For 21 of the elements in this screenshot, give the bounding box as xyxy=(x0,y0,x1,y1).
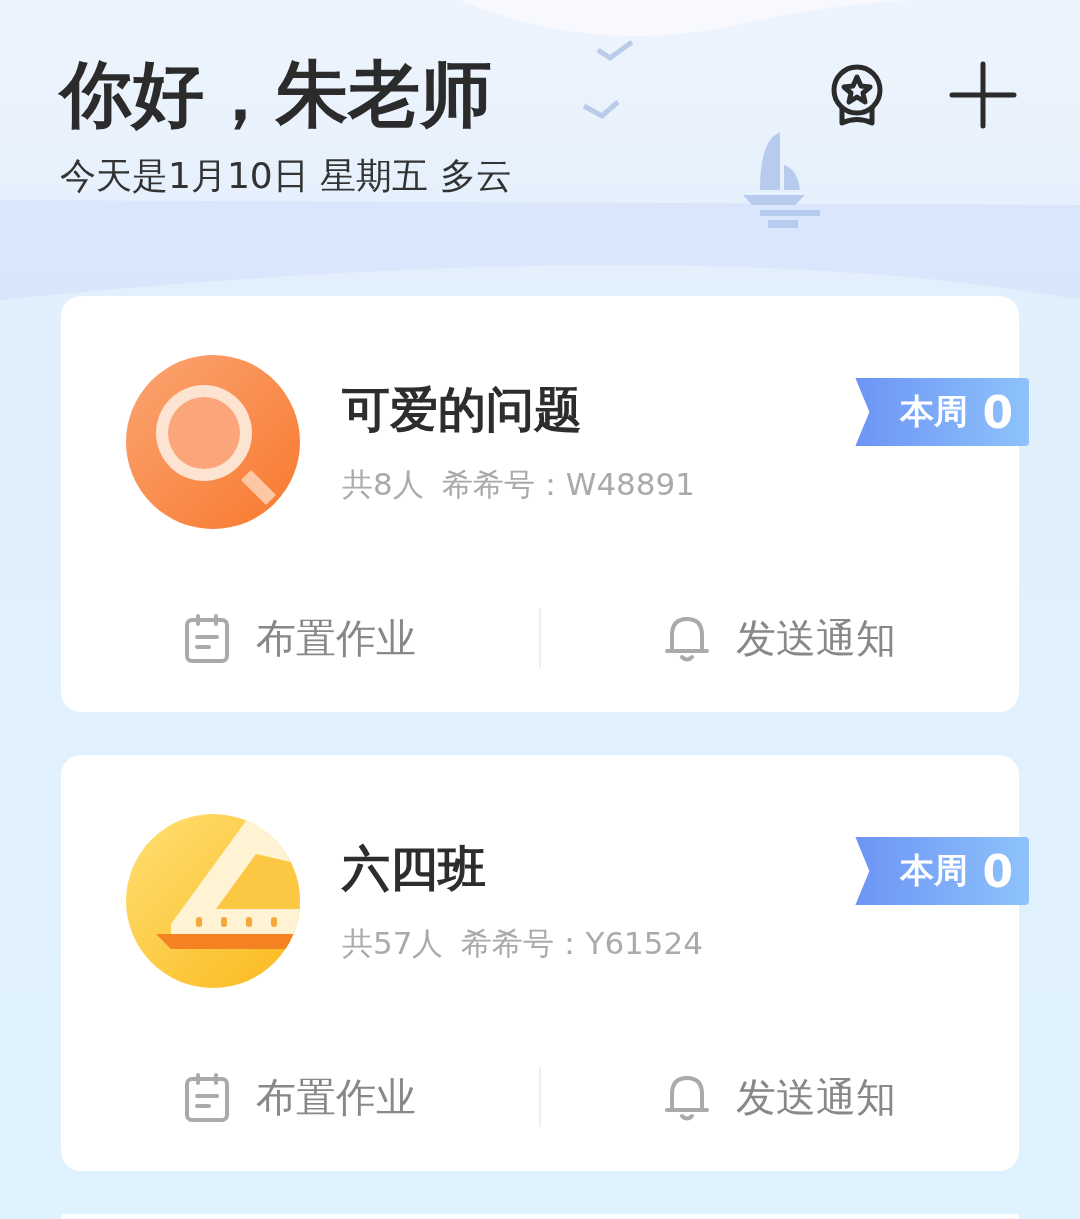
calendar-icon xyxy=(184,1072,230,1122)
member-count: 共8人 xyxy=(342,465,424,504)
assign-homework-button[interactable]: 布置作业 xyxy=(61,610,539,666)
calendar-icon xyxy=(184,613,230,663)
weekly-count-badge: 本周 0 xyxy=(855,837,1029,905)
magnifier-avatar-icon xyxy=(126,355,300,529)
class-name: 可爱的问题 xyxy=(342,380,583,439)
member-count: 共57人 xyxy=(342,924,444,963)
send-notice-button[interactable]: 发送通知 xyxy=(541,1069,1019,1125)
class-code: 希希号：W48891 xyxy=(441,465,695,504)
class-name: 六四班 xyxy=(342,839,487,898)
assign-homework-button[interactable]: 布置作业 xyxy=(61,1069,539,1125)
date-weather-text: 今天是1月10日 星期五 多云 xyxy=(60,153,513,198)
add-icon[interactable] xyxy=(948,59,1018,130)
class-code: 希希号：Y61524 xyxy=(461,924,703,963)
class-card[interactable] xyxy=(61,755,1019,1171)
ruler-avatar-icon xyxy=(126,814,300,988)
greeting-title: 你好，朱老师 xyxy=(60,51,493,138)
send-notice-button[interactable]: 发送通知 xyxy=(541,610,1019,666)
class-card[interactable] xyxy=(61,296,1019,712)
weekly-count-badge: 本周 0 xyxy=(855,378,1029,446)
